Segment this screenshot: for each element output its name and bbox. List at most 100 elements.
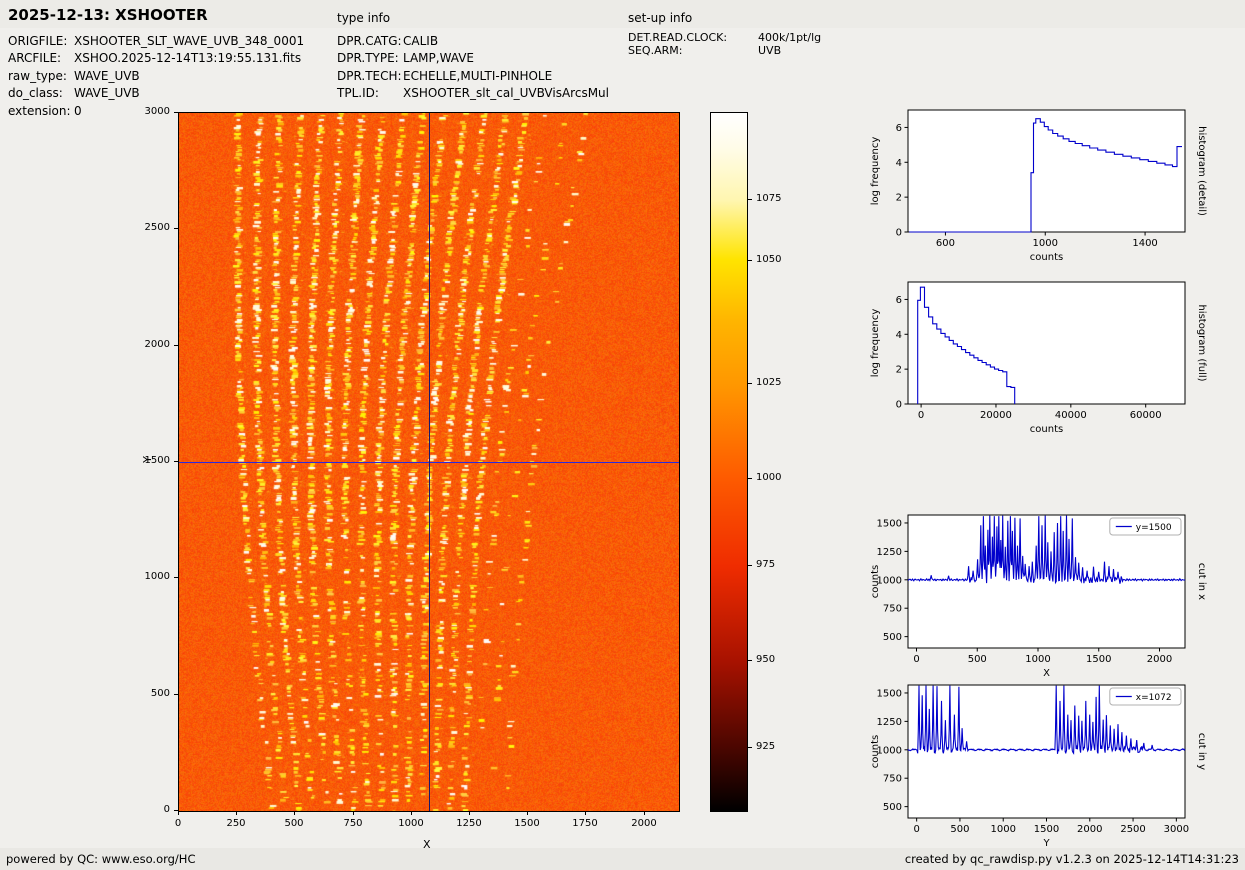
- x-tick-label: 20000: [980, 410, 1012, 421]
- y-tick-label: 750: [883, 604, 902, 615]
- colorbar-tick-label: 1000: [756, 472, 781, 483]
- meta-row: SEQ.ARM:UVB: [628, 45, 821, 58]
- colorbar-tick-label: 975: [756, 559, 775, 570]
- y-tick-mark: [174, 228, 178, 229]
- meta-value: WAVE_UVB: [74, 69, 140, 83]
- meta-value: XSHOO.2025-12-14T13:19:55.131.fits: [74, 51, 301, 65]
- colorbar-tick-mark: [748, 199, 752, 200]
- colorbar-tick-label: 1050: [756, 254, 781, 265]
- x-tick-label: 0: [918, 410, 924, 421]
- x-tick-label: 1250: [451, 818, 487, 829]
- y-tick-label: 500: [883, 632, 902, 643]
- meta-value: XSHOOTER_slt_cal_UVBVisArcsMul: [403, 86, 609, 100]
- y-tick-label: 1250: [877, 717, 902, 728]
- x-axis-label: counts: [1030, 424, 1063, 435]
- y-tick-label: 2: [896, 193, 902, 204]
- x-tick-mark: [527, 811, 528, 815]
- y-tick-label: 1500: [130, 455, 170, 466]
- x-tick-mark: [411, 811, 412, 815]
- meta-label: extension:: [8, 103, 74, 120]
- axes-frame: [908, 110, 1185, 232]
- x-tick-label: 500: [950, 824, 969, 835]
- x-tick-mark: [178, 811, 179, 815]
- plot-right-title: cut in y: [1196, 733, 1207, 770]
- y-tick-mark: [174, 810, 178, 811]
- raw-frame-plotbox: [178, 112, 680, 812]
- x-tick-label: 1000: [990, 824, 1015, 835]
- colorbar-tick-mark: [748, 478, 752, 479]
- y-tick-label: 4: [896, 158, 902, 169]
- y-tick-label: 0: [896, 228, 902, 239]
- meta-label: DPR.CATG:: [337, 33, 403, 50]
- y-tick-label: 6: [896, 295, 902, 306]
- y-tick-label: 2: [896, 365, 902, 376]
- x-axis-label: counts: [1030, 252, 1063, 263]
- y-tick-mark: [174, 694, 178, 695]
- meta-value: LAMP,WAVE: [403, 51, 474, 65]
- cut-in-y-plot: 0500100015002000250030005007501000125015…: [850, 675, 1242, 861]
- meta-row: ARCFILE:XSHOO.2025-12-14T13:19:55.131.fi…: [8, 50, 304, 67]
- x-tick-label: 2000: [626, 818, 662, 829]
- x-tick-label: 1750: [567, 818, 603, 829]
- meta-row: DPR.CATG:CALIB: [337, 33, 609, 50]
- x-tick-label: 0: [160, 818, 196, 829]
- y-tick-label: 2000: [130, 339, 170, 350]
- meta-value: XSHOOTER_SLT_WAVE_UVB_348_0001: [74, 34, 304, 48]
- x-tick-label: 500: [276, 818, 312, 829]
- cut-in-x-plot: 0500100015002000500750100012501500Xcount…: [850, 505, 1242, 691]
- x-tick-label: 1000: [1025, 654, 1050, 665]
- x-tick-label: 1000: [1033, 238, 1058, 249]
- meta-label: raw_type:: [8, 68, 74, 85]
- meta-value: WAVE_UVB: [74, 86, 140, 100]
- y-axis-label: counts: [870, 735, 881, 768]
- x-tick-label: 3000: [1164, 824, 1189, 835]
- plot-right-title: histogram (detail): [1196, 126, 1207, 216]
- setup-info-block: DET.READ.CLOCK:400k/1pt/lg SEQ.ARM:UVB: [628, 32, 821, 57]
- x-tick-mark: [585, 811, 586, 815]
- meta-label: do_class:: [8, 85, 74, 102]
- meta-label: DPR.TECH:: [337, 68, 403, 85]
- meta-row: ORIGFILE:XSHOOTER_SLT_WAVE_UVB_348_0001: [8, 33, 304, 50]
- crosshair-vertical-line: [429, 113, 430, 811]
- meta-value: UVB: [758, 44, 781, 57]
- meta-row: DPR.TECH:ECHELLE,MULTI-PINHOLE: [337, 68, 609, 85]
- y-tick-label: 4: [896, 330, 902, 341]
- y-tick-label: 3000: [130, 106, 170, 117]
- x-tick-label: 60000: [1130, 410, 1162, 421]
- y-tick-label: 0: [896, 400, 902, 411]
- y-tick-label: 1500: [877, 688, 902, 699]
- footer-bar: powered by QC: www.eso.org/HC created by…: [0, 848, 1245, 870]
- x-tick-mark: [294, 811, 295, 815]
- x-tick-label: 2000: [1147, 654, 1172, 665]
- y-tick-label: 1000: [130, 571, 170, 582]
- x-tick-label: 0: [913, 824, 919, 835]
- meta-row: DPR.TYPE:LAMP,WAVE: [337, 50, 609, 67]
- colorbar-tick-label: 925: [756, 741, 775, 752]
- x-tick-label: 250: [218, 818, 254, 829]
- meta-value: ECHELLE,MULTI-PINHOLE: [403, 69, 552, 83]
- legend-label: x=1072: [1136, 693, 1172, 703]
- colorbar-tick-label: 1075: [756, 193, 781, 204]
- footer-left-text: powered by QC: www.eso.org/HC: [6, 852, 195, 866]
- colorbar-tick-mark: [748, 260, 752, 261]
- x-tick-label: 2500: [1120, 824, 1145, 835]
- y-tick-mark: [174, 577, 178, 578]
- y-tick-mark: [174, 345, 178, 346]
- colorbar-tick-label: 1025: [756, 377, 781, 388]
- colorbar-tick-mark: [748, 383, 752, 384]
- colorbar-tick-label: 950: [756, 654, 775, 665]
- y-tick-label: 2500: [130, 222, 170, 233]
- x-tick-label: 600: [936, 238, 955, 249]
- y-tick-label: 1250: [877, 547, 902, 558]
- axes-frame: [908, 282, 1185, 404]
- footer-right-text: created by qc_rawdisp.py v1.2.3 on 2025-…: [905, 852, 1239, 866]
- meta-label: ORIGFILE:: [8, 33, 74, 50]
- meta-value: 400k/1pt/lg: [758, 31, 821, 44]
- colorbar: 1075 1050 1025 1000 975 950 925: [710, 112, 810, 812]
- y-axis-label: log frequency: [870, 309, 881, 378]
- main-figure: X Y 025050075010001250150017502000050010…: [118, 100, 798, 870]
- legend-label: y=1500: [1136, 523, 1172, 533]
- histogram-detail-plot: 600100014000246countslog frequencyhistog…: [850, 100, 1242, 272]
- colorbar-gradient: [710, 112, 748, 812]
- setup-info-heading: set-up info: [628, 11, 692, 25]
